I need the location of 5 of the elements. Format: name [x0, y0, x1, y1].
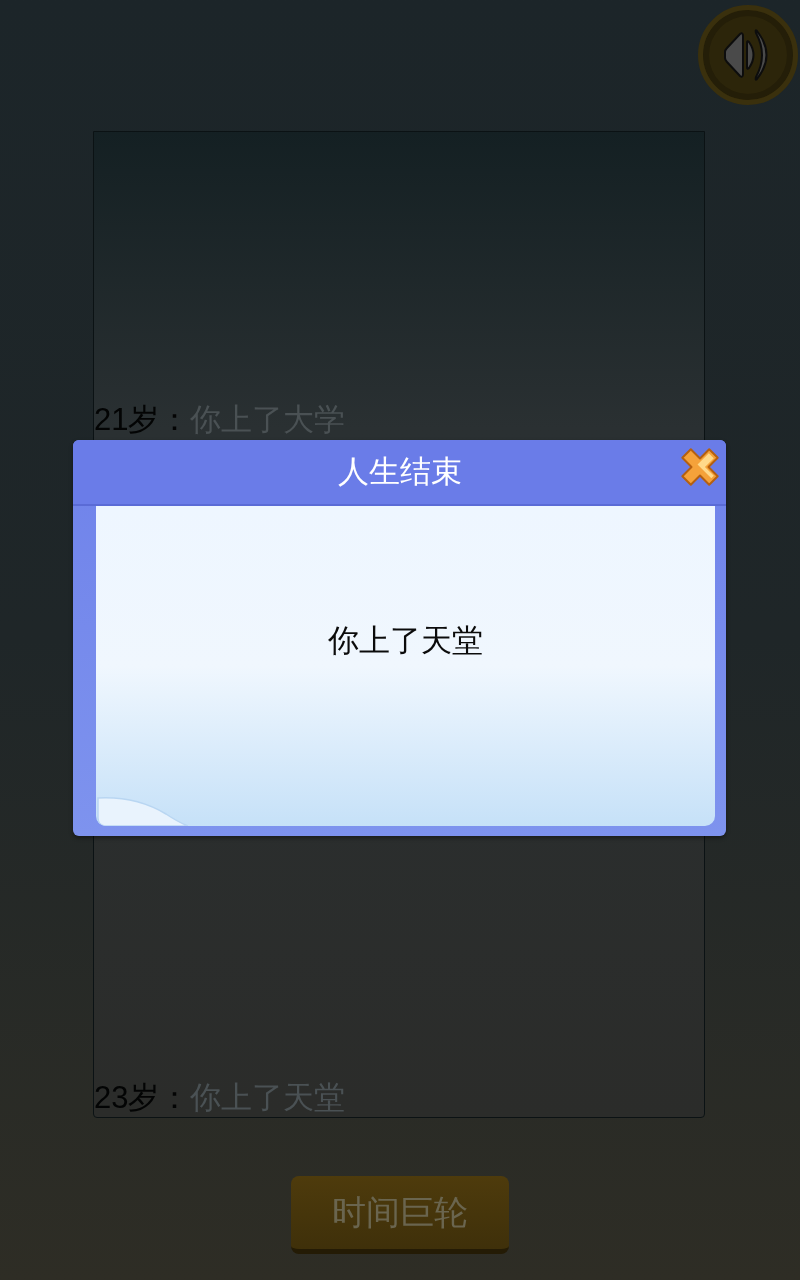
action-button[interactable]: 时间巨轮: [291, 1176, 509, 1254]
dialog-title: 人生结束: [337, 454, 462, 490]
dialog-message: 你上了天堂: [328, 622, 483, 660]
close-icon: [679, 446, 721, 488]
close-button[interactable]: [679, 446, 721, 488]
